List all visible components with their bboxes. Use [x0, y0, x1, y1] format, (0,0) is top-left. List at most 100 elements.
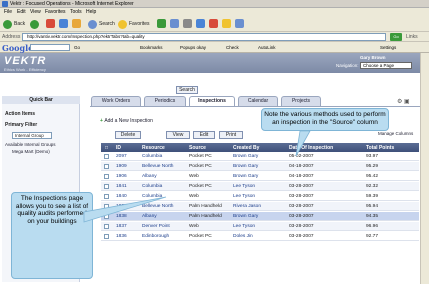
- add-new-inspection-link[interactable]: + Add a New Inspection: [100, 118, 153, 124]
- cell-id[interactable]: 1839: [116, 204, 127, 209]
- favorites-button[interactable]: Favorites: [118, 19, 150, 29]
- cell-id[interactable]: 1838: [116, 214, 127, 219]
- cell-resource[interactable]: Edinborough: [142, 234, 169, 239]
- messenger-icon[interactable]: [235, 19, 244, 28]
- navigation-select[interactable]: Choose a Page: [360, 62, 412, 69]
- cell-id[interactable]: 1837: [116, 224, 127, 229]
- row-checkbox[interactable]: [104, 154, 109, 159]
- table-row[interactable]: 1909 Bellevue North Pocket PC Brown Gary 04-…: [101, 162, 419, 171]
- table-row[interactable]: 1840 Columbia Web Lee Tyson 03-28-2007 59.39: [101, 192, 419, 201]
- stop-icon[interactable]: [46, 19, 55, 28]
- table-row[interactable]: 1841 Columbia Pocket PC Lee Tyson 03-28-2007…: [101, 182, 419, 191]
- header-date[interactable]: Date Of Inspection: [289, 145, 333, 151]
- delete-button[interactable]: Delete: [115, 131, 141, 139]
- popups-button[interactable]: Popups okay: [180, 45, 206, 50]
- cell-id[interactable]: 1840: [116, 194, 127, 199]
- header-created-by[interactable]: Created By: [233, 145, 259, 151]
- tab-projects[interactable]: Projects: [281, 96, 321, 106]
- autolink-button[interactable]: AutoLink: [258, 45, 276, 50]
- vektr-logo[interactable]: VEKTR: [4, 55, 46, 67]
- links-label[interactable]: Links: [406, 34, 418, 40]
- row-checkbox[interactable]: [104, 164, 109, 169]
- google-go-button[interactable]: Go: [74, 45, 80, 50]
- media-icon[interactable]: [157, 19, 166, 28]
- search-toolbar-button[interactable]: Search: [88, 19, 115, 29]
- cell-id[interactable]: 1841: [116, 184, 127, 189]
- row-checkbox[interactable]: [104, 184, 109, 189]
- header-resource[interactable]: Resource: [142, 145, 165, 151]
- google-logo[interactable]: Google: [2, 43, 33, 53]
- view-button[interactable]: View: [166, 131, 190, 139]
- row-checkbox[interactable]: [104, 204, 109, 209]
- group-link[interactable]: Mega Mart (Demo): [12, 149, 50, 154]
- menu-tools[interactable]: Tools: [70, 9, 82, 15]
- cell-id[interactable]: 1909: [116, 164, 127, 169]
- header-source[interactable]: Source: [189, 145, 206, 151]
- tab-work-orders[interactable]: Work Orders: [91, 96, 141, 106]
- google-search-input[interactable]: [30, 44, 70, 51]
- tab-tools-icon[interactable]: ⚙ ▣: [397, 98, 410, 105]
- row-checkbox[interactable]: [104, 224, 109, 229]
- cell-resource[interactable]: Columbia: [142, 184, 162, 189]
- cell-id[interactable]: 1836: [116, 234, 127, 239]
- menu-view[interactable]: View: [30, 9, 41, 15]
- cell-id[interactable]: 1906: [116, 174, 127, 179]
- cell-resource[interactable]: Bellevue North: [142, 164, 173, 169]
- user-name: Gary Brown: [360, 55, 386, 60]
- mail-icon[interactable]: [183, 19, 192, 28]
- menu-edit[interactable]: Edit: [17, 9, 26, 15]
- search-label: Search: [99, 21, 115, 27]
- address-input[interactable]: http://vantiv.vektr.com/Inspection.php?e…: [22, 33, 386, 41]
- header-id[interactable]: ID: [116, 145, 121, 151]
- tab-periodics[interactable]: Periodics: [144, 96, 186, 106]
- history-icon[interactable]: [170, 19, 179, 28]
- print-icon[interactable]: [196, 19, 205, 28]
- go-button[interactable]: Go: [390, 33, 402, 41]
- table-row[interactable]: 2097 Columbia Pocket PC Brown Gary 05-02-200…: [101, 152, 419, 161]
- cell-resource[interactable]: Bellevue North: [142, 204, 173, 209]
- vertical-scrollbar[interactable]: [420, 53, 429, 284]
- cell-resource[interactable]: Denver Point: [142, 224, 170, 229]
- search-button[interactable]: Search: [176, 86, 198, 94]
- row-checkbox[interactable]: [104, 174, 109, 179]
- row-checkbox[interactable]: [104, 214, 109, 219]
- cell-source: Pocket PC: [189, 154, 212, 159]
- print-button[interactable]: Print: [219, 131, 243, 139]
- settings-button[interactable]: Settings: [380, 45, 396, 50]
- cell-created-by: Lee Tyson: [233, 184, 256, 189]
- select-all-checkbox[interactable]: □: [105, 145, 108, 151]
- manage-columns-link[interactable]: Manage Columns: [378, 131, 413, 136]
- table-row[interactable]: 1906 Albany Web Brown Gary 04-18-2007 95.42: [101, 172, 419, 181]
- filter-select[interactable]: Internal Group: [12, 132, 52, 139]
- primary-filter-toggle[interactable]: Primary Filter: [5, 122, 37, 128]
- cell-resource[interactable]: Columbia: [142, 194, 162, 199]
- tab-calendar[interactable]: Calendar: [238, 96, 278, 106]
- cell-id[interactable]: 2097: [116, 154, 127, 159]
- row-checkbox[interactable]: [104, 194, 109, 199]
- bookmarks-button[interactable]: Bookmarks: [140, 45, 163, 50]
- cell-resource[interactable]: Columbia: [142, 154, 162, 159]
- check-button[interactable]: Check: [226, 45, 239, 50]
- folder-icon[interactable]: [222, 19, 231, 28]
- cell-resource[interactable]: Albany: [142, 214, 157, 219]
- table-row[interactable]: 1839 Bellevue North Palm Handheld Rivera Ja…: [101, 202, 419, 211]
- menu-help[interactable]: Help: [86, 9, 96, 15]
- edit-button[interactable]: Edit: [193, 131, 215, 139]
- cell-total-points: 92.32: [366, 184, 379, 189]
- refresh-icon[interactable]: [59, 19, 68, 28]
- table-row[interactable]: 1838 Albany Palm Handheld Brown Gary 03-28-2…: [101, 212, 419, 221]
- action-items-toggle[interactable]: Action Items: [5, 111, 35, 117]
- cell-created-by: Brown Gary: [233, 174, 259, 179]
- table-row[interactable]: 1837 Denver Point Web Lee Tyson 03-28-2007 96…: [101, 222, 419, 231]
- edit-icon[interactable]: [209, 19, 218, 28]
- table-row[interactable]: 1836 Edinborough Pocket PC Doles Jin 03-28-2…: [101, 232, 419, 241]
- forward-arrow-icon[interactable]: [30, 20, 39, 29]
- row-checkbox[interactable]: [104, 234, 109, 239]
- menu-file[interactable]: File: [4, 9, 12, 15]
- cell-date: 03-28-2007: [289, 214, 314, 219]
- home-icon[interactable]: [72, 19, 81, 28]
- header-total-points[interactable]: Total Points: [366, 145, 394, 151]
- menu-favorites[interactable]: Favorites: [45, 9, 66, 15]
- back-button[interactable]: Back: [3, 19, 25, 29]
- cell-resource[interactable]: Albany: [142, 174, 157, 179]
